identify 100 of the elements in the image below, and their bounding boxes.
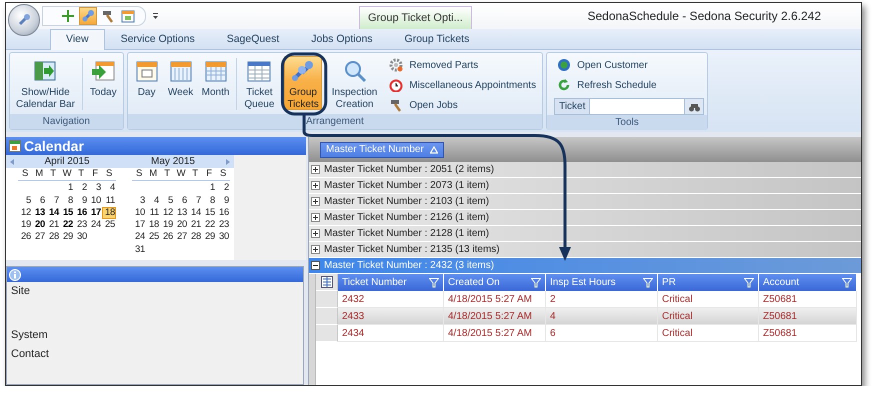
group-row[interactable]: Master Ticket Number : 2128 (1 item) <box>309 226 861 242</box>
calendar-day[interactable]: 24 <box>132 231 146 244</box>
column-chooser-button[interactable] <box>316 274 338 291</box>
toolbar-button[interactable] <box>79 7 97 25</box>
toolbar-button[interactable] <box>59 7 77 25</box>
calendar-day[interactable]: 28 <box>46 231 60 244</box>
calendar-day[interactable]: 7 <box>46 194 60 207</box>
group-row[interactable]: Master Ticket Number : 2103 (1 item) <box>309 194 861 210</box>
calendar-day[interactable]: 30 <box>74 231 88 244</box>
calendar-day[interactable]: 15 <box>202 206 216 220</box>
calendar-day[interactable]: 23 <box>216 219 230 232</box>
column-header[interactable]: Ticket Number <box>338 274 444 291</box>
calendar-day[interactable]: 12 <box>160 206 174 220</box>
table-row[interactable]: 2434 4/18/2015 5:27 AM 6 Critical Z50681 <box>316 325 861 342</box>
calendar-day[interactable]: 10 <box>88 194 102 207</box>
calendar-day[interactable]: 6 <box>174 194 188 207</box>
calendar-day[interactable]: 18 <box>146 219 160 232</box>
column-header[interactable]: Insp Est Hours <box>546 274 658 291</box>
ribbon-button[interactable]: Open Customer <box>554 56 704 74</box>
group-row[interactable]: Master Ticket Number : 2051 (2 items) <box>309 162 861 178</box>
calendar-day[interactable]: 7 <box>188 194 202 207</box>
calendar-day[interactable]: 2 <box>216 182 230 195</box>
ribbon-tab[interactable]: Jobs Options <box>295 29 389 49</box>
calendar-day[interactable]: 27 <box>174 231 188 244</box>
calendar-day[interactable]: 26 <box>18 231 32 244</box>
calendar-day[interactable]: 8 <box>60 194 74 207</box>
ticket-field[interactable] <box>590 98 686 115</box>
calendar-day[interactable]: 24 <box>88 219 102 232</box>
calendar-day[interactable]: 27 <box>32 231 46 244</box>
calendar-day[interactable]: 2 <box>74 182 88 195</box>
application-menu-button[interactable] <box>8 4 40 36</box>
calendar-day[interactable]: 9 <box>216 194 230 207</box>
ribbon-tab[interactable]: Group Tickets <box>388 29 486 49</box>
find-button[interactable] <box>685 98 704 115</box>
column-header[interactable]: Created On <box>444 274 546 291</box>
calendar-day[interactable]: 4 <box>146 194 160 207</box>
ribbon-button[interactable]: Ticket Queue <box>241 56 278 110</box>
group-row[interactable]: Master Ticket Number : 2135 (13 items) <box>309 242 861 258</box>
calendar-day[interactable]: 15 <box>60 206 74 220</box>
calendar-day[interactable]: 29 <box>60 231 74 244</box>
calendar-day[interactable]: 30 <box>216 231 230 244</box>
calendar-day[interactable]: 22 <box>202 219 216 232</box>
calendar-day[interactable]: 16 <box>74 206 88 220</box>
calendar-day[interactable]: 29 <box>202 231 216 244</box>
calendar-day[interactable]: 11 <box>146 206 160 220</box>
calendar-day[interactable]: 26 <box>160 231 174 244</box>
calendar-day[interactable]: 12 <box>18 206 32 220</box>
calendar-day[interactable]: 8 <box>202 194 216 207</box>
column-header[interactable]: PR <box>658 274 759 291</box>
calendar-day[interactable]: 5 <box>18 194 32 207</box>
ribbon-button[interactable]: Refresh Schedule <box>554 76 704 94</box>
calendar-day[interactable]: 13 <box>32 206 46 220</box>
group-row[interactable]: Master Ticket Number : 2073 (1 item) <box>309 178 861 194</box>
table-row[interactable]: 2433 4/18/2015 5:27 AM 4 Critical Z50681 <box>316 308 861 325</box>
calendar-day[interactable]: 25 <box>146 231 160 244</box>
calendar-day[interactable]: 28 <box>188 231 202 244</box>
calendar-day[interactable]: 13 <box>174 206 188 220</box>
group-row[interactable]: Master Ticket Number : 2126 (1 item) <box>309 210 861 226</box>
calendar-day[interactable]: 20 <box>32 219 46 232</box>
calendar-day[interactable]: 14 <box>188 206 202 220</box>
calendar-day[interactable]: 17 <box>88 206 102 220</box>
calendar-day[interactable]: 22 <box>60 219 74 232</box>
calendar-day[interactable]: 3 <box>132 194 146 207</box>
ribbon-button[interactable]: Month <box>198 56 232 110</box>
ribbon-button[interactable]: Open Jobs <box>386 96 540 114</box>
calendar-day[interactable]: 31 <box>132 244 146 256</box>
calendar-day[interactable]: 10 <box>132 206 146 220</box>
calendar-day[interactable]: 23 <box>74 219 88 232</box>
calendar-day[interactable]: 21 <box>46 219 60 232</box>
calendar-day[interactable]: 4 <box>102 182 116 195</box>
ribbon-tab[interactable]: Service Options <box>104 29 211 49</box>
ribbon-button[interactable]: Today <box>86 56 120 110</box>
calendar-day[interactable]: 9 <box>74 194 88 207</box>
calendar-day[interactable]: 14 <box>46 206 60 220</box>
ribbon-tab[interactable]: SageQuest <box>210 29 296 49</box>
calendar-day[interactable]: 19 <box>18 219 32 232</box>
calendar-day[interactable]: 20 <box>174 219 188 232</box>
ribbon-button[interactable]: Day <box>130 56 163 110</box>
ribbon-button[interactable]: Inspection Creation <box>328 56 380 110</box>
ribbon-tab[interactable]: View <box>50 29 105 50</box>
calendar-day[interactable]: 18 <box>102 206 116 220</box>
calendar-day[interactable]: 11 <box>102 194 116 207</box>
calendar-day[interactable]: 25 <box>102 219 116 232</box>
calendar-day[interactable]: 6 <box>32 194 46 207</box>
ribbon-button[interactable]: Miscellaneous Appointments <box>386 76 540 94</box>
calendar-day[interactable]: 5 <box>160 194 174 207</box>
calendar-day[interactable]: 3 <box>88 182 102 195</box>
context-tab[interactable]: Group Ticket Opti... <box>359 6 472 29</box>
ribbon-button[interactable]: Group Tickets <box>284 56 322 110</box>
calendar-day[interactable]: 16 <box>216 206 230 220</box>
ribbon-button[interactable]: Removed Parts <box>386 56 540 74</box>
calendar-day[interactable]: 17 <box>132 219 146 232</box>
ribbon-button[interactable]: Week <box>164 56 197 110</box>
calendar-day[interactable]: 1 <box>202 182 216 195</box>
calendar-day[interactable]: 21 <box>188 219 202 232</box>
group-row[interactable]: Master Ticket Number : 2432 (3 items) <box>309 258 861 274</box>
column-header[interactable]: Account <box>759 274 857 291</box>
calendar-day[interactable]: 1 <box>60 182 74 195</box>
ribbon-button[interactable]: Show/Hide Calendar Bar <box>13 56 78 110</box>
calendar-day[interactable]: 19 <box>160 219 174 232</box>
